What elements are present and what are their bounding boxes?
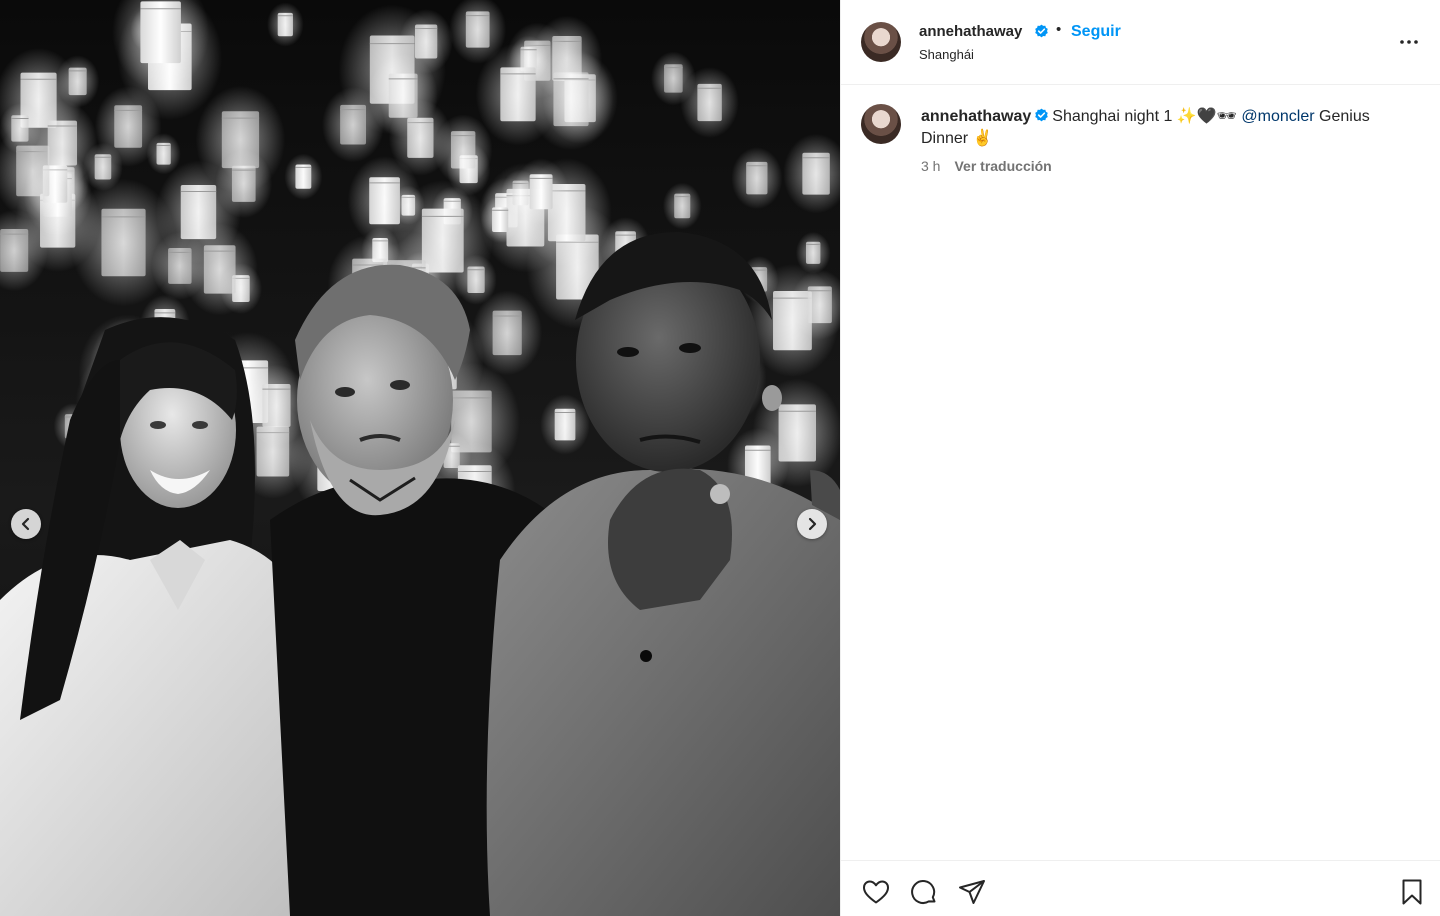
next-photo-button[interactable] xyxy=(797,509,827,539)
caption-username[interactable]: annehathaway xyxy=(921,108,1031,125)
post-side-panel: annehathaway • Seguir Shanghái annehatha… xyxy=(840,0,1440,916)
comment-button[interactable] xyxy=(909,877,939,907)
lantern xyxy=(450,131,476,169)
more-options-icon[interactable] xyxy=(1397,30,1421,54)
lantern xyxy=(492,310,522,356)
caption-meta: 3 h Ver traducción xyxy=(921,158,1052,174)
lantern xyxy=(262,383,291,427)
lantern xyxy=(277,12,293,37)
lantern xyxy=(47,120,78,166)
post-location[interactable]: Shanghái xyxy=(919,47,974,62)
lantern xyxy=(101,208,146,277)
chevron-left-icon xyxy=(21,517,30,531)
bookmark-icon xyxy=(1402,879,1422,905)
lantern xyxy=(68,67,87,96)
lantern xyxy=(11,115,29,142)
caption-mention-link[interactable]: @moncler xyxy=(1241,108,1314,125)
lantern xyxy=(340,104,367,145)
lantern xyxy=(746,161,768,195)
paper-plane-icon xyxy=(959,880,985,904)
lantern xyxy=(805,241,821,264)
lantern xyxy=(697,83,722,122)
lantern xyxy=(203,245,236,294)
lantern xyxy=(500,67,536,122)
header-separator: • xyxy=(1056,21,1062,38)
lantern xyxy=(388,73,418,118)
lantern xyxy=(465,11,490,48)
post-action-bar xyxy=(841,860,1440,916)
follow-button[interactable]: Seguir xyxy=(1071,23,1121,41)
lantern xyxy=(0,228,29,272)
lantern xyxy=(94,154,112,180)
lantern xyxy=(114,105,143,148)
chevron-right-icon xyxy=(808,517,817,531)
post-photo[interactable] xyxy=(0,0,840,916)
see-translation-link[interactable]: Ver traducción xyxy=(954,158,1051,174)
caption-author-avatar[interactable] xyxy=(861,104,901,144)
lantern xyxy=(674,193,691,219)
author-username[interactable]: annehathaway xyxy=(919,23,1022,40)
lantern xyxy=(467,266,485,293)
lantern xyxy=(802,152,830,195)
caption-text: annehathaway Shanghai night 1 ✨🖤🕶 @moncl… xyxy=(921,106,1411,150)
lantern xyxy=(231,165,256,202)
post-timestamp[interactable]: 3 h xyxy=(921,158,940,174)
lantern xyxy=(554,408,576,441)
lantern xyxy=(664,64,683,93)
caption-body-start: Shanghai night 1 ✨🖤🕶 xyxy=(1052,108,1237,125)
lantern xyxy=(295,164,312,189)
post-header: annehathaway • Seguir Shanghái xyxy=(841,0,1440,85)
like-button[interactable] xyxy=(861,877,891,907)
share-button[interactable] xyxy=(957,877,987,907)
verified-badge-icon xyxy=(1035,24,1048,38)
lantern xyxy=(156,142,171,165)
lantern xyxy=(140,1,181,64)
heart-icon xyxy=(863,880,889,904)
lantern xyxy=(492,207,509,233)
verified-badge-icon xyxy=(1035,108,1049,122)
author-avatar[interactable] xyxy=(861,22,901,62)
comment-icon xyxy=(911,880,936,904)
lantern xyxy=(529,174,553,210)
photo-image xyxy=(0,0,840,916)
lantern xyxy=(807,286,832,324)
lantern xyxy=(369,177,400,225)
save-button[interactable] xyxy=(1397,877,1427,907)
previous-photo-button[interactable] xyxy=(11,509,41,539)
